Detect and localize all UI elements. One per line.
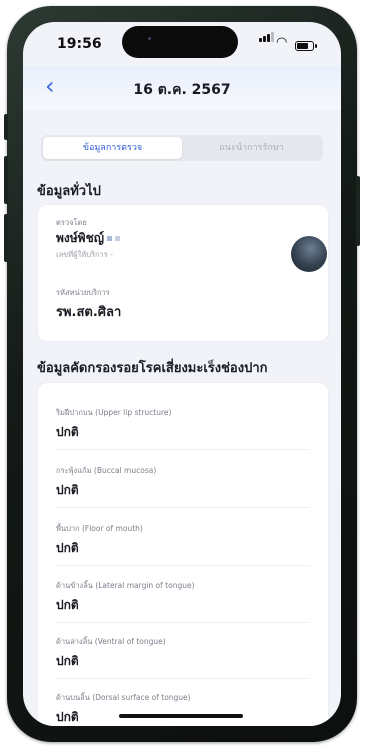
power-button: [356, 176, 360, 246]
segmented-tabs: ข้อมูลการตรวจ แนะนำการรักษา: [41, 135, 323, 161]
buccal-mucosa-value: ปกติ: [56, 483, 79, 497]
redacted-mark: [106, 236, 112, 241]
phone-frame: 19:56 ◠ ‹ 16 ต.ค. 2567 ข้อมูลการตรวจ แนะ…: [4, 6, 360, 742]
volume-down-button: [4, 214, 8, 262]
service-number: เลขที่ผู้ให้บริการ -: [56, 250, 113, 259]
nav-bar: ‹ 16 ต.ค. 2567: [23, 66, 341, 110]
app-screen: 19:56 ◠ ‹ 16 ต.ค. 2567 ข้อมูลการตรวจ แนะ…: [23, 22, 341, 726]
status-bar: 19:56 ◠: [23, 22, 341, 66]
home-indicator[interactable]: [119, 714, 243, 718]
divider: [56, 678, 310, 679]
divider: [56, 507, 310, 508]
ventral-tongue-label: ด้านล่างลิ้น (Ventral of tongue): [56, 637, 166, 646]
general-info-card: ตรวจโดย พงษ์พิชญ์ เลขที่ผู้ให้บริการ - ร…: [37, 204, 329, 342]
lateral-tongue-value: ปกติ: [56, 598, 79, 612]
unit-code-value: รพ.สต.ศิลา: [56, 305, 122, 320]
screening-card: ริมฝีปากบน (Upper lip structure) ปกติ กร…: [37, 382, 329, 726]
upper-lip-value: ปกติ: [56, 425, 79, 439]
status-time: 19:56: [57, 36, 102, 52]
tab-treatment-advice[interactable]: แนะนำการรักษา: [182, 137, 321, 159]
divider: [56, 449, 310, 450]
unit-code-label: รหัสหน่วยบริการ: [56, 288, 110, 297]
redacted-mark: [114, 236, 120, 241]
divider: [56, 565, 310, 566]
wifi-icon: ◠: [276, 35, 288, 50]
general-section-title: ข้อมูลทั่วไป: [37, 184, 101, 199]
dynamic-island: [122, 26, 238, 58]
page-title: 16 ต.ค. 2567: [133, 82, 231, 98]
avatar: [291, 236, 327, 272]
floor-of-mouth-label: พื้นปาก (Floor of mouth): [56, 524, 143, 533]
action-button: [4, 114, 8, 140]
lateral-tongue-label: ด้านข้างลิ้น (Lateral margin of tongue): [56, 581, 195, 590]
examiner-name: พงษ์พิชญ์: [56, 229, 120, 248]
divider: [56, 622, 310, 623]
battery-icon: [295, 41, 317, 51]
camera-icon: [148, 37, 151, 40]
dorsal-tongue-label: ด้านบนลิ้น (Dorsal surface of tongue): [56, 693, 191, 702]
upper-lip-label: ริมฝีปากบน (Upper lip structure): [56, 408, 172, 417]
ventral-tongue-value: ปกติ: [56, 654, 79, 668]
floor-of-mouth-value: ปกติ: [56, 541, 79, 555]
examiner-label: ตรวจโดย: [56, 218, 87, 227]
tab-exam-info[interactable]: ข้อมูลการตรวจ: [43, 137, 182, 159]
volume-up-button: [4, 156, 8, 204]
screening-section-title: ข้อมูลคัดกรองรอยโรคเสี่ยงมะเร็งช่องปาก: [37, 361, 268, 376]
examiner-name-text: พงษ์พิชญ์: [56, 231, 104, 245]
buccal-mucosa-label: กระพุ้งแก้ม (Buccal mucosa): [56, 466, 157, 475]
dorsal-tongue-value: ปกติ: [56, 710, 79, 724]
